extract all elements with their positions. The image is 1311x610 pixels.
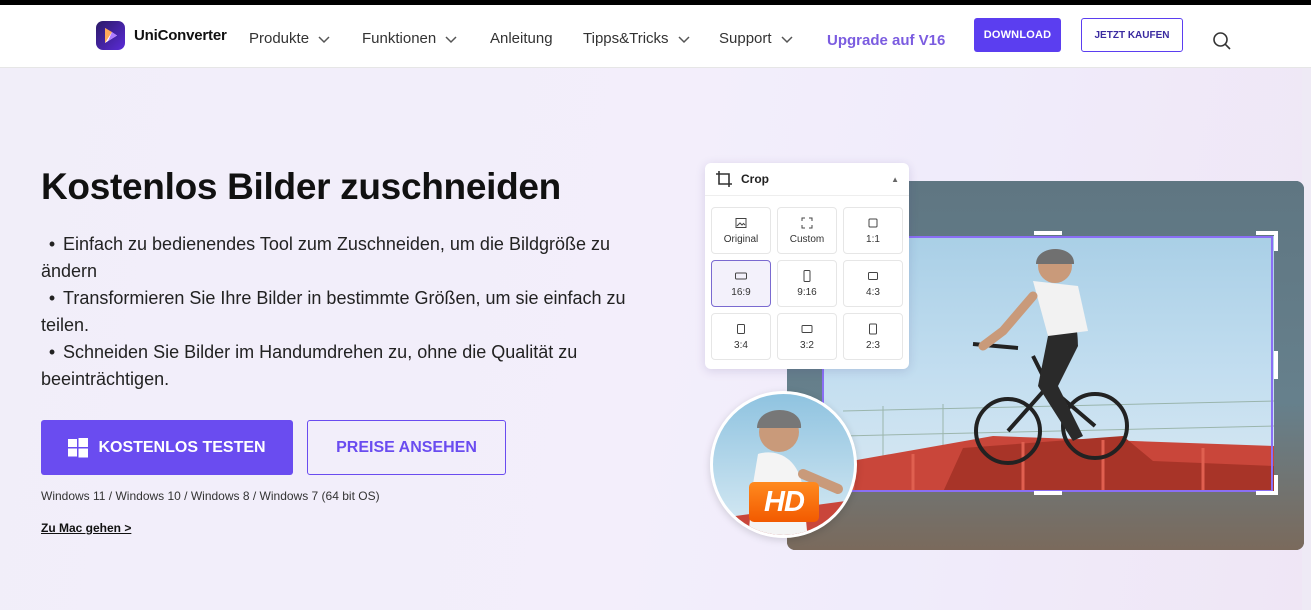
free-trial-label: KOSTENLOS TESTEN bbox=[98, 438, 266, 456]
crop-option-3-4[interactable]: 3:4 bbox=[711, 313, 771, 360]
nav-anleitung-label: Anleitung bbox=[490, 30, 553, 47]
tall-rect-icon bbox=[803, 269, 811, 282]
chevron-down-icon bbox=[318, 35, 330, 43]
nav-support-label: Support bbox=[719, 30, 772, 47]
nav-tipps-tricks[interactable]: Tipps&Tricks bbox=[583, 30, 691, 47]
crop-handle-right[interactable] bbox=[1274, 351, 1278, 379]
os-compatibility: Windows 11 / Windows 10 / Windows 8 / Wi… bbox=[41, 489, 380, 503]
custom-frame-icon bbox=[801, 217, 813, 228]
crop-option-4-3[interactable]: 4:3 bbox=[843, 260, 903, 307]
chevron-down-icon bbox=[678, 35, 690, 43]
nav-support[interactable]: Support bbox=[719, 30, 794, 47]
crop-panel-title: Crop bbox=[741, 172, 769, 186]
rect-icon bbox=[737, 323, 745, 334]
feature-item: • Transformieren Sie Ihre Bilder in besti… bbox=[41, 288, 626, 335]
logo-text: UniConverter bbox=[134, 27, 227, 44]
upgrade-link[interactable]: Upgrade auf V16 bbox=[827, 32, 945, 49]
rect-icon bbox=[801, 324, 813, 333]
crop-handle-bottom[interactable] bbox=[1034, 491, 1062, 495]
crop-option-9-16[interactable]: 9:16 bbox=[777, 260, 837, 307]
mac-link[interactable]: Zu Mac gehen > bbox=[41, 521, 131, 535]
crop-panel-header[interactable]: Crop ▲ bbox=[705, 163, 909, 196]
feature-item: • Schneiden Sie Bilder im Handumdrehen zu… bbox=[41, 342, 578, 389]
crop-handle-top[interactable] bbox=[1034, 231, 1062, 235]
crop-panel: Crop ▲ Original Custom 1:1 16:9 9:16 4:3 bbox=[705, 163, 909, 369]
image-icon bbox=[735, 217, 747, 228]
feature-item: • Einfach zu bedienendes Tool zum Zuschne… bbox=[41, 234, 610, 281]
crop-option-2-3[interactable]: 2:3 bbox=[843, 313, 903, 360]
crop-option-16-9[interactable]: 16:9 bbox=[711, 260, 771, 307]
crop-option-custom[interactable]: Custom bbox=[777, 207, 837, 254]
chevron-down-icon bbox=[781, 35, 793, 43]
uniconverter-logo-icon bbox=[96, 21, 125, 50]
search-icon[interactable] bbox=[1212, 31, 1232, 51]
square-icon bbox=[868, 218, 878, 227]
wide-rect-icon bbox=[735, 272, 747, 279]
nav-anleitung[interactable]: Anleitung bbox=[490, 30, 553, 47]
crop-corner-top-right-v[interactable] bbox=[1274, 231, 1278, 251]
crop-option-original[interactable]: Original bbox=[711, 207, 771, 254]
nav-funktionen-label: Funktionen bbox=[362, 30, 437, 47]
crop-corner-bottom-right-v[interactable] bbox=[1274, 475, 1278, 495]
nav-tipps-label: Tipps&Tricks bbox=[583, 30, 669, 47]
rect-icon bbox=[868, 271, 878, 280]
crop-ratio-grid: Original Custom 1:1 16:9 9:16 4:3 3:4 3:… bbox=[711, 207, 903, 360]
feature-list: • Einfach zu bedienendes Tool zum Zuschne… bbox=[41, 231, 641, 393]
crop-icon bbox=[716, 171, 732, 187]
page-title: Kostenlos Bilder zuschneiden bbox=[41, 166, 561, 207]
hd-badge: HD bbox=[749, 482, 819, 522]
download-button[interactable]: DOWNLOAD bbox=[974, 18, 1061, 52]
crop-option-1-1[interactable]: 1:1 bbox=[843, 207, 903, 254]
top-nav-bar: UniConverter Produkte Funktionen Anleitu… bbox=[0, 0, 1311, 68]
caret-up-icon[interactable]: ▲ bbox=[891, 175, 899, 184]
free-trial-button[interactable]: KOSTENLOS TESTEN bbox=[41, 420, 293, 475]
nav-funktionen[interactable]: Funktionen bbox=[362, 30, 458, 47]
nav-produkte-label: Produkte bbox=[249, 30, 310, 47]
buy-now-button[interactable]: JETZT KAUFEN bbox=[1081, 18, 1183, 52]
view-prices-button[interactable]: PREISE ANSEHEN bbox=[307, 420, 506, 475]
nav-produkte[interactable]: Produkte bbox=[249, 30, 331, 47]
windows-icon bbox=[68, 437, 89, 457]
chevron-down-icon bbox=[445, 35, 457, 43]
rect-icon bbox=[869, 323, 877, 334]
crop-option-3-2[interactable]: 3:2 bbox=[777, 313, 837, 360]
logo[interactable]: UniConverter bbox=[96, 21, 227, 50]
